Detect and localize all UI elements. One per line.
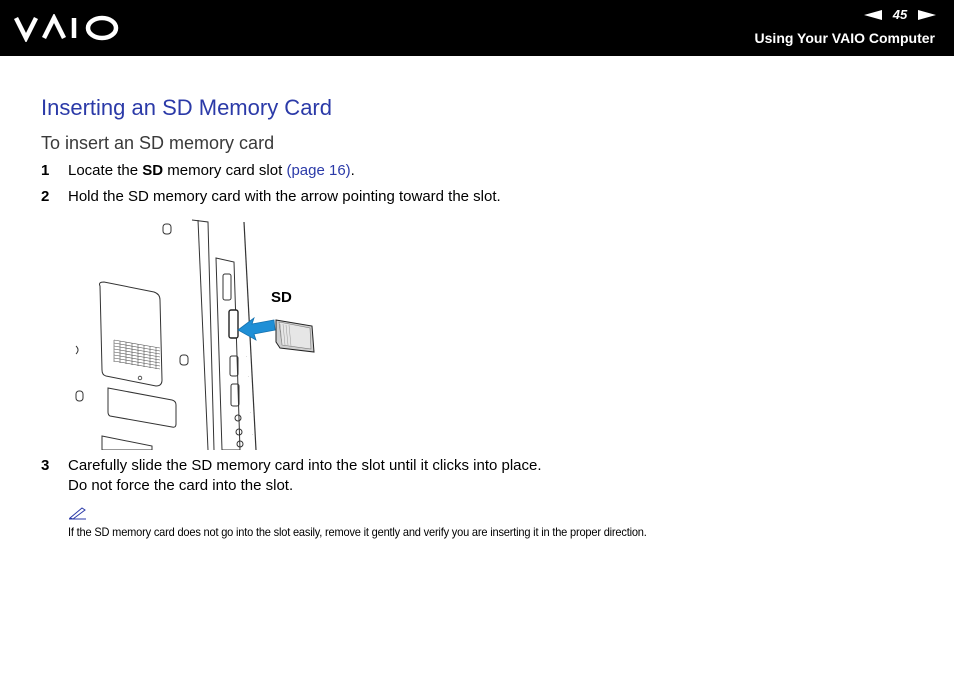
sd-card-insertion-illustration: · · · · SD <box>68 218 328 455</box>
step-text: Hold the SD memory card with the arrow p… <box>68 188 501 205</box>
svg-text:·: · <box>252 432 253 437</box>
svg-text:·: · <box>246 354 247 359</box>
computer-side-diagram: · · · · SD <box>75 219 315 451</box>
vaio-logo <box>14 14 119 42</box>
section-title: Using Your VAIO Computer <box>754 30 935 46</box>
page-heading: Inserting an SD Memory Card <box>41 95 332 120</box>
sd-slot-label: SD <box>271 289 292 306</box>
page-navigation: 45 <box>864 7 936 22</box>
page-number: 45 <box>892 7 908 22</box>
header-bar: 45 Using Your VAIO Computer <box>0 0 954 56</box>
page-16-link[interactable]: (page 16) <box>286 162 350 179</box>
previous-page-icon[interactable] <box>864 9 882 20</box>
svg-text:·: · <box>250 410 251 415</box>
step-3-subtext: Do not force the card into the slot. <box>68 477 294 494</box>
note-text: If the SD memory card does not go into t… <box>68 525 647 539</box>
insert-direction-arrow-icon <box>237 316 276 341</box>
step-number: 1 <box>41 162 50 179</box>
step-text: Locate the SD memory card slot (page 16)… <box>68 162 355 179</box>
procedure-subheading: To insert an SD memory card <box>41 133 275 153</box>
step-number: 3 <box>41 457 50 474</box>
step-number: 2 <box>41 188 50 205</box>
pencil-note-icon <box>68 506 88 525</box>
svg-text:·: · <box>248 374 249 379</box>
sd-card-icon <box>275 319 315 353</box>
step-text: Carefully slide the SD memory card into … <box>68 457 542 474</box>
next-page-icon[interactable] <box>918 9 936 20</box>
sd-bold-label: SD <box>142 162 164 179</box>
